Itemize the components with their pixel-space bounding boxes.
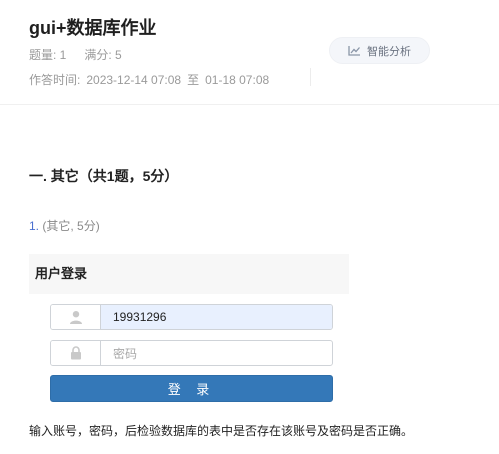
smart-analysis-button[interactable]: 智能分析 xyxy=(329,37,430,64)
section-heading: 一. 其它（共1题，5分） xyxy=(29,168,179,184)
answer-time-separator: 至 xyxy=(187,73,200,87)
question-meta: (其它, 5分) xyxy=(42,219,100,233)
lock-icon xyxy=(51,341,101,365)
question-description: 输入账号，密码，后检验数据库的表中是否存在该账号及密码是否正确。 xyxy=(29,424,414,438)
question-number: 1. (其它, 5分) xyxy=(29,217,100,234)
smart-analysis-label: 智能分析 xyxy=(367,45,411,58)
user-icon xyxy=(51,305,101,329)
assignment-meta: 题量: 1 满分: 5 xyxy=(29,46,122,63)
chart-line-icon xyxy=(348,45,361,56)
login-form-title: 用户登录 xyxy=(35,266,88,281)
question-count: 题量: 1 xyxy=(29,48,67,62)
answer-time: 作答时间: 2023-12-14 07:08 至 01-18 07:08 xyxy=(29,71,269,88)
full-score: 满分: 5 xyxy=(84,48,122,62)
answer-time-start: 2023-12-14 07:08 xyxy=(86,73,182,87)
answer-time-end: 01-18 07:08 xyxy=(205,73,270,87)
header-divider xyxy=(310,68,311,86)
password-field[interactable]: 密码 xyxy=(50,340,333,366)
username-input[interactable]: 19931296 xyxy=(101,305,332,329)
answer-time-label: 作答时间: xyxy=(29,73,81,87)
login-button[interactable]: 登 录 xyxy=(50,375,333,402)
header-separator xyxy=(0,104,499,105)
page-title: gui+数据库作业 xyxy=(29,18,157,38)
username-field[interactable]: 19931296 xyxy=(50,304,333,330)
page: gui+数据库作业 题量: 1 满分: 5 作答时间: 2023-12-14 07:… xyxy=(0,0,499,454)
password-input[interactable]: 密码 xyxy=(101,341,332,365)
question-index: 1. xyxy=(29,219,40,233)
